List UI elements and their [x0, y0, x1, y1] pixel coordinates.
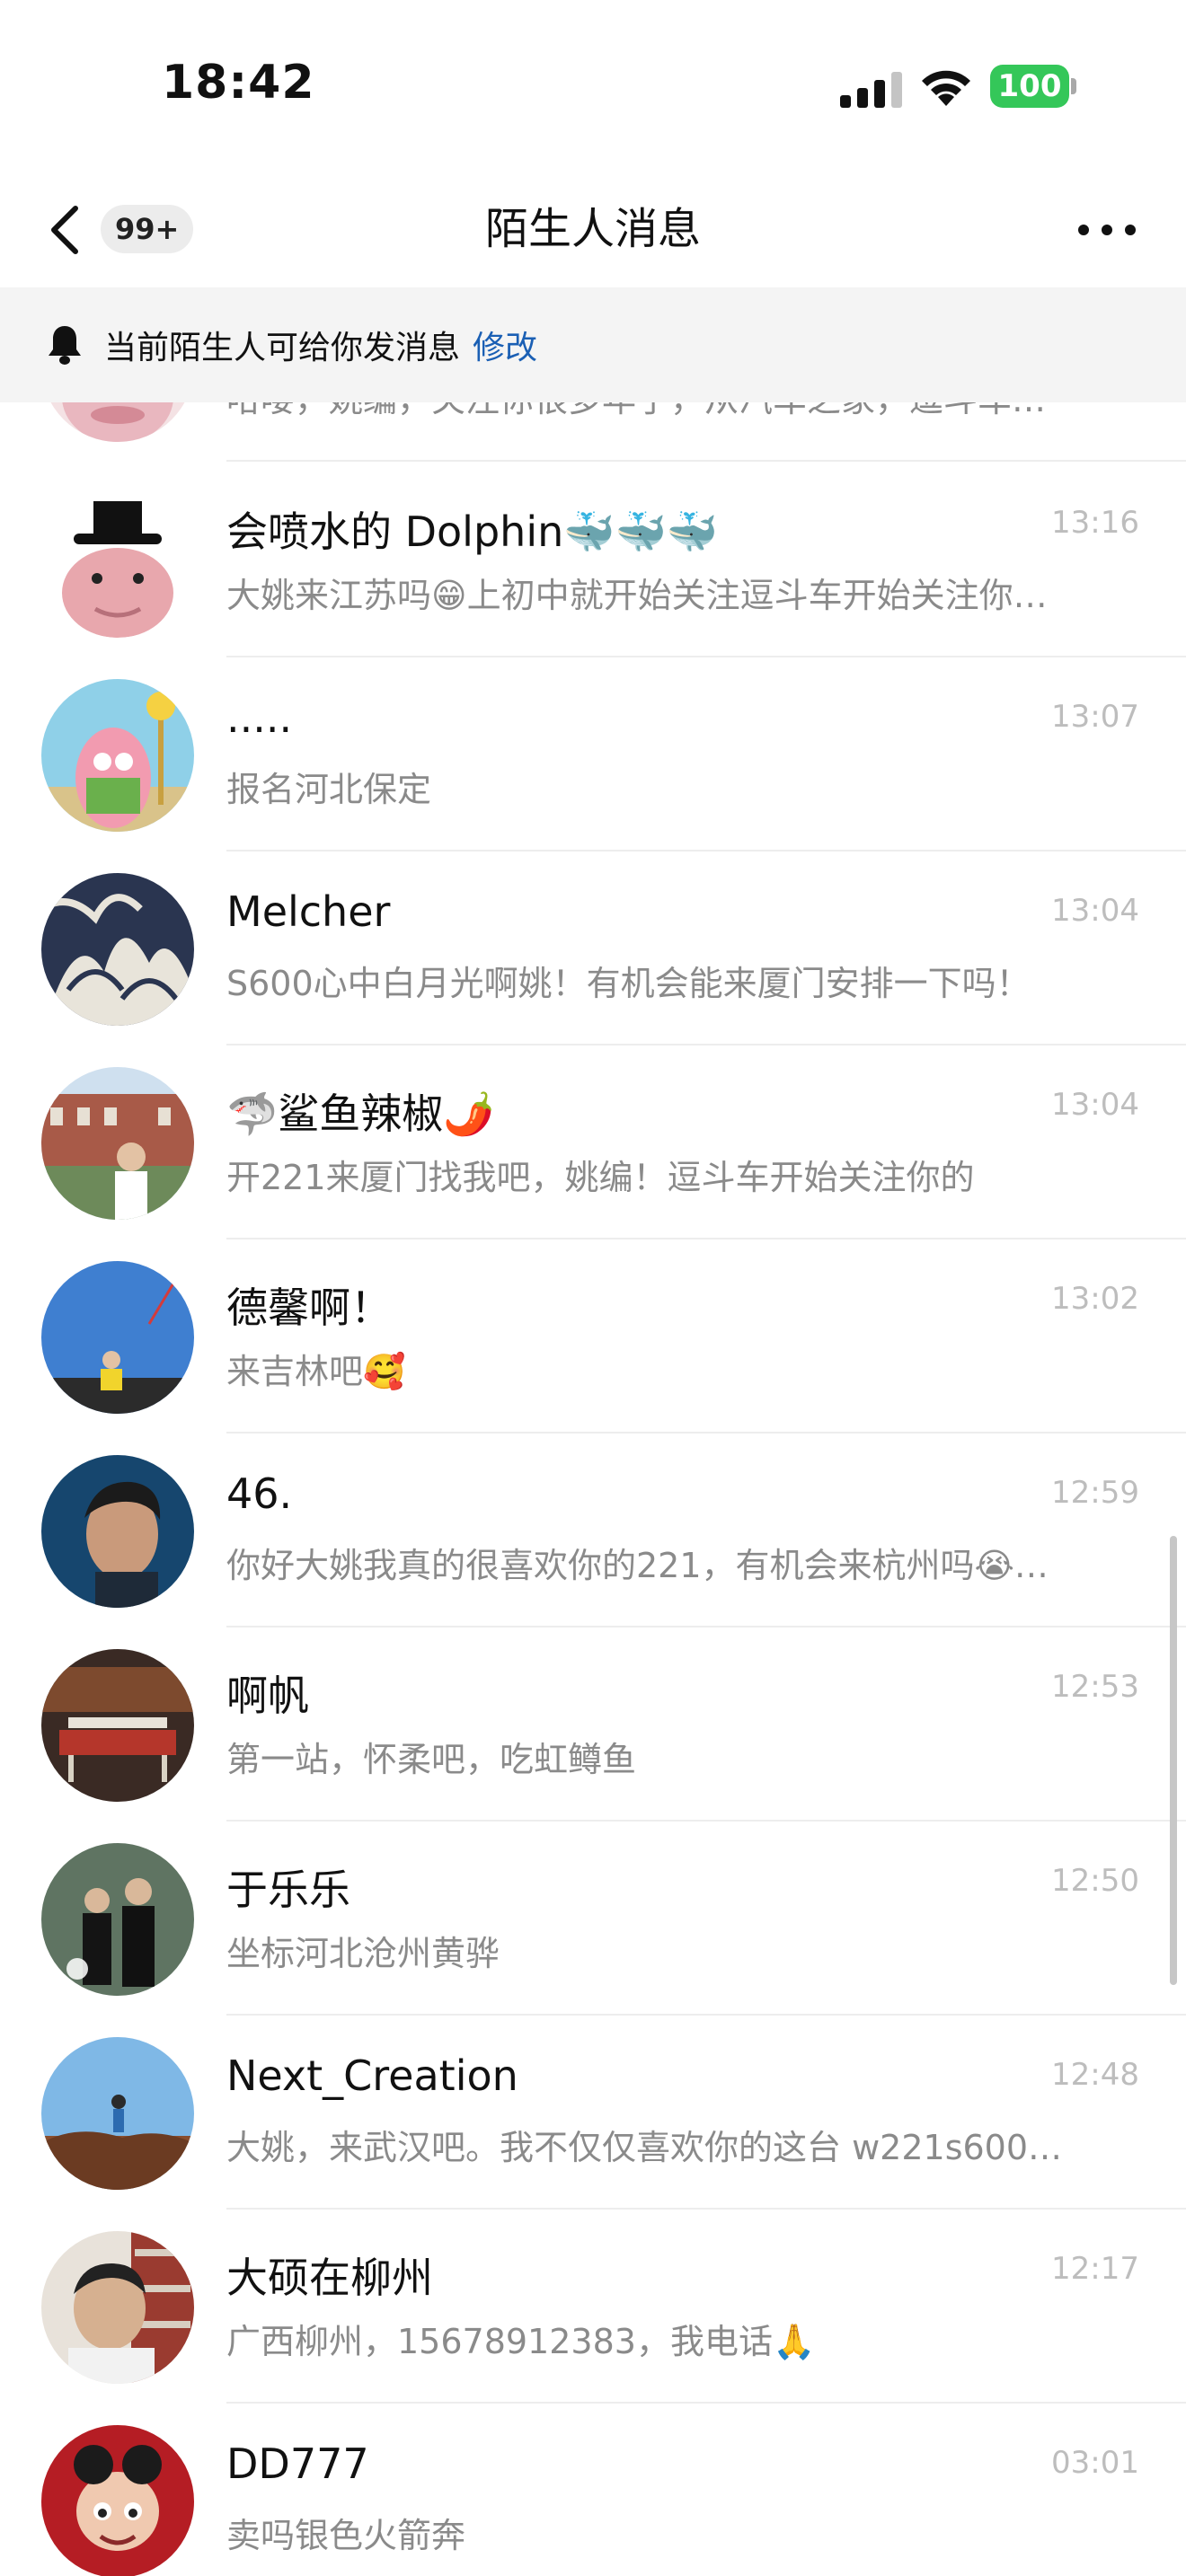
contact-name: ..... — [226, 693, 293, 742]
conversation-row[interactable]: 🦈鲨鱼辣椒🌶️ 13:04 开221来厦门找我吧，姚编！逗斗车开始关注你的 — [0, 1045, 1186, 1239]
cellular-signal-icon — [840, 72, 902, 108]
message-time: 03:01 — [1051, 2445, 1139, 2481]
avatar[interactable] — [41, 1455, 194, 1608]
conversation-row[interactable]: 大硕在柳州 12:17 广西柳州，15678912383，我电话🙏 — [0, 2210, 1186, 2404]
message-preview: 开221来厦门找我吧，姚编！逗斗车开始关注你的 — [226, 1158, 975, 1197]
contact-name: 啊帆 — [226, 1672, 309, 1720]
modify-link[interactable]: 修改 — [473, 322, 537, 368]
wifi-icon — [922, 70, 970, 106]
notice-bar: 当前陌生人可给你发消息 修改 — [0, 287, 1186, 402]
message-preview: 哈喽，姚编，关注你很多年了，从汽车之家，逗斗车… — [226, 402, 1134, 421]
contact-name: 于乐乐 — [226, 1866, 350, 1914]
message-preview: 第一站，怀柔吧，吃虹鳟鱼 — [226, 1740, 637, 1779]
avatar[interactable] — [41, 2231, 194, 2384]
unread-count-badge[interactable]: 99+ — [101, 205, 194, 253]
message-time: 13:02 — [1051, 1281, 1139, 1317]
conversation-row[interactable]: ..... 13:07 报名河北保定 — [0, 657, 1186, 851]
avatar[interactable] — [41, 1649, 194, 1802]
contact-name: 德馨啊！ — [226, 1284, 392, 1332]
conversation-row[interactable]: 德馨啊！ 13:02 来吉林吧🥰 — [0, 1239, 1186, 1434]
conversation-row[interactable]: 于乐乐 12:50 坐标河北沧州黄骅 — [0, 1822, 1186, 2016]
message-time: 12:50 — [1051, 1863, 1139, 1899]
contact-name: Next_Creation — [226, 2051, 518, 2100]
message-time: 13:07 — [1051, 699, 1139, 735]
row-divider — [226, 460, 1186, 462]
avatar[interactable] — [41, 2037, 194, 2190]
avatar[interactable] — [41, 402, 194, 442]
conversation-row-inner: 哈喽，姚编，关注你很多年了，从汽车之家，逗斗车… — [0, 402, 1186, 462]
conversation-row[interactable]: 会喷水的 Dolphin🐳🐳🐳 13:16 大姚来江苏吗😁上初中就开始关注逗斗车… — [0, 463, 1186, 657]
avatar[interactable] — [41, 1067, 194, 1220]
battery-tip — [1071, 78, 1076, 94]
more-dot — [1125, 225, 1136, 235]
message-preview: 坐标河北沧州黄骅 — [226, 1934, 500, 1973]
contact-name: 会喷水的 Dolphin🐳🐳🐳 — [226, 507, 719, 556]
message-preview: 大姚来江苏吗😁上初中就开始关注逗斗车开始关注你… — [226, 576, 1048, 615]
battery-level: 100 — [990, 65, 1069, 108]
conversation-row[interactable]: Melcher 13:04 S600心中白月光啊姚！有机会能来厦门安排一下吗！ — [0, 851, 1186, 1045]
conversation-row[interactable]: DD777 03:01 卖吗银色火箭奔 — [0, 2404, 1186, 2576]
contact-name: DD777 — [226, 2439, 369, 2488]
status-time: 18:42 — [162, 56, 315, 110]
contact-name: 46. — [226, 1469, 293, 1518]
bell-icon — [49, 326, 81, 365]
notice-text: 当前陌生人可给你发消息 — [104, 330, 461, 366]
message-preview: 大姚，来武汉吧。我不仅仅喜欢你的这台 w221s600… — [226, 2128, 1063, 2167]
conversation-row[interactable]: 46. 12:59 你好大姚我真的很喜欢你的221，有机会来杭州吗😭… — [0, 1434, 1186, 1628]
contact-name: 🦈鲨鱼辣椒🌶️ — [226, 1090, 495, 1138]
conversation-row[interactable]: 哈喽，姚编，关注你很多年了，从汽车之家，逗斗车… — [0, 402, 1186, 463]
message-time: 12:53 — [1051, 1669, 1139, 1705]
more-dot — [1102, 225, 1112, 235]
message-preview: 来吉林吧🥰 — [226, 1352, 406, 1391]
avatar[interactable] — [41, 1261, 194, 1414]
battery-indicator: 100 — [990, 65, 1076, 108]
avatar[interactable] — [41, 2425, 194, 2576]
conversation-row[interactable]: Next_Creation 12:48 大姚，来武汉吧。我不仅仅喜欢你的这台 w… — [0, 2016, 1186, 2210]
avatar[interactable] — [41, 873, 194, 1026]
contact-name: 大硕在柳州 — [226, 2254, 433, 2302]
message-time: 12:48 — [1051, 2057, 1139, 2093]
message-preview: 你好大姚我真的很喜欢你的221，有机会来杭州吗😭… — [226, 1546, 1049, 1585]
avatar[interactable] — [41, 485, 194, 638]
nav-bar: 陌生人消息 99+ — [0, 171, 1186, 287]
message-time: 13:16 — [1051, 505, 1139, 541]
message-time: 13:04 — [1051, 1087, 1139, 1123]
more-dot — [1078, 225, 1089, 235]
more-options-icon[interactable] — [1078, 217, 1136, 243]
contact-name: Melcher — [226, 887, 391, 936]
avatar[interactable] — [41, 679, 194, 832]
message-preview: 报名河北保定 — [226, 770, 432, 809]
conversation-row[interactable]: 啊帆 12:53 第一站，怀柔吧，吃虹鳟鱼 — [0, 1628, 1186, 1822]
scrollbar[interactable] — [1170, 1536, 1177, 1985]
message-time: 12:59 — [1051, 1475, 1139, 1511]
message-time: 12:17 — [1051, 2251, 1139, 2287]
message-preview: 卖吗银色火箭奔 — [226, 2516, 466, 2555]
screen: 18:42 100 陌生人消息 99+ 当前陌生人可给你发消息 修改 会喷水的 … — [0, 0, 1186, 2576]
message-preview: S600心中白月光啊姚！有机会能来厦门安排一下吗！ — [226, 964, 1031, 1003]
message-time: 13:04 — [1051, 893, 1139, 929]
message-preview: 广西柳州，15678912383，我电话🙏 — [226, 2322, 816, 2361]
status-bar: 18:42 100 — [0, 0, 1186, 171]
avatar[interactable] — [41, 1843, 194, 1996]
back-chevron-icon[interactable] — [43, 203, 86, 257]
conversation-list: 哈喽，姚编，关注你很多年了，从汽车之家，逗斗车… 会喷水的 Dolphin🐳🐳🐳… — [0, 402, 1186, 2576]
